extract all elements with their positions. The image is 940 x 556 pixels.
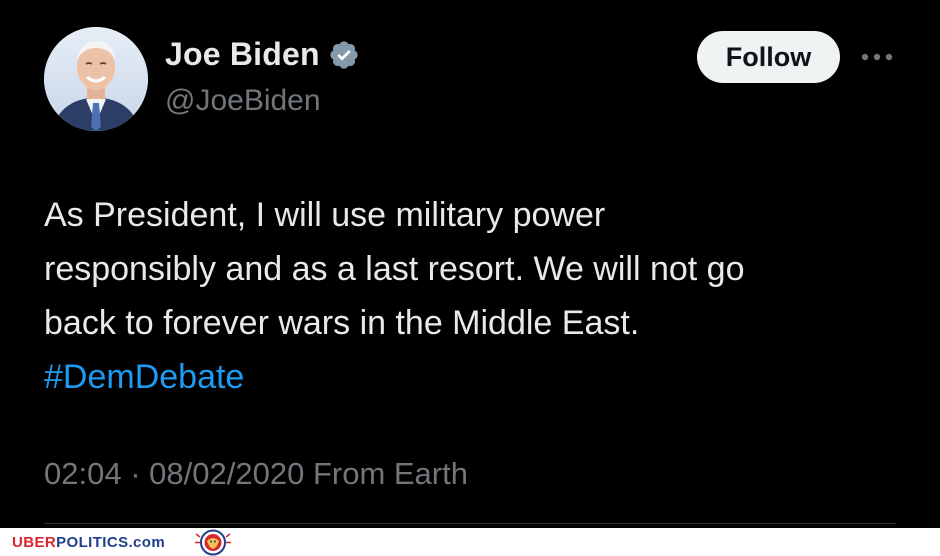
hashtag-link[interactable]: #DemDebate	[44, 350, 904, 404]
meta-separator: ·	[130, 456, 141, 491]
lion-crest-icon	[195, 529, 231, 556]
watermark-part-uber: UBER	[12, 534, 57, 551]
author-handle[interactable]: @JoeBiden	[165, 84, 321, 118]
tweet-source: From Earth	[312, 456, 468, 491]
tweet-line: As President, I will use military power	[44, 196, 606, 234]
watermark-part-domain: .com	[128, 534, 166, 551]
tweet-date[interactable]: 08/02/2020	[149, 456, 304, 491]
verified-badge-icon[interactable]	[328, 39, 360, 71]
watermark-text: UBERPOLITICS.com	[12, 534, 165, 551]
author-display-name[interactable]: Joe Biden	[165, 36, 320, 73]
more-horizontal-icon[interactable]	[860, 42, 894, 72]
author-name-row[interactable]: Joe Biden	[165, 36, 360, 73]
tweet-line: back to forever wars in the Middle East.	[44, 304, 640, 342]
divider	[44, 523, 896, 524]
follow-button[interactable]: Follow	[697, 31, 840, 83]
watermark-part-politics: POLITICS	[56, 534, 129, 551]
avatar[interactable]	[44, 27, 148, 131]
tweet-meta: 02:04 · 08/02/2020 From Earth	[44, 456, 468, 492]
tweet-text: As President, I will use military power …	[44, 188, 904, 404]
tweet-time[interactable]: 02:04	[44, 456, 122, 491]
tweet-card: Joe Biden @JoeBiden Follow As President,…	[0, 0, 940, 556]
tweet-line: responsibly and as a last resort. We wil…	[44, 250, 745, 288]
dots-icon	[861, 53, 893, 61]
avatar-photo-icon	[44, 27, 148, 131]
